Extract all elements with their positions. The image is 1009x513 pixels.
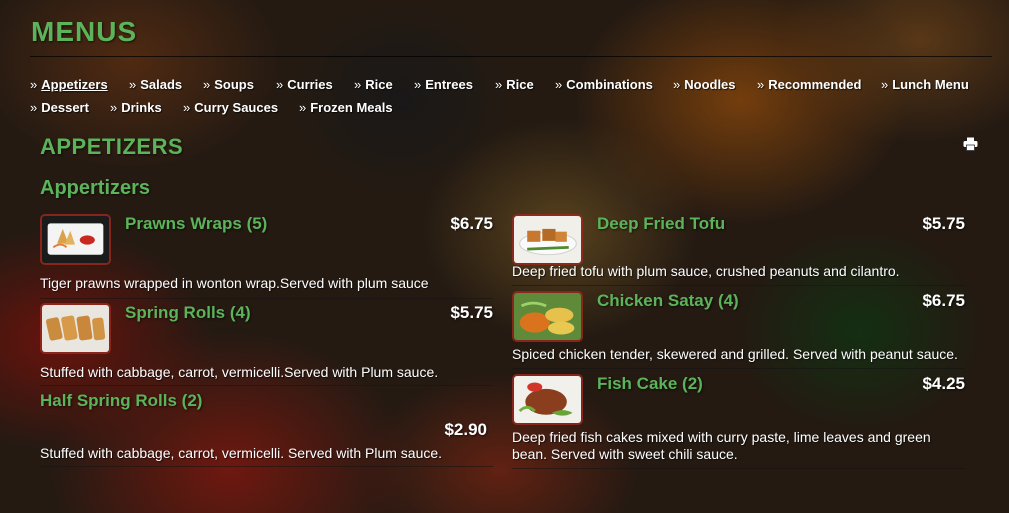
nav-item-drinks[interactable]: » Drinks [110, 100, 183, 115]
section-title: APPETIZERS [40, 134, 184, 159]
item-divider [512, 368, 965, 369]
nav-item-soups[interactable]: » Soups [203, 77, 276, 92]
page-title: MENUS [31, 16, 138, 47]
item-name[interactable]: Chicken Satay (4) [597, 291, 739, 311]
item-divider [512, 468, 965, 469]
item-description: Stuffed with cabbage, carrot, vermicelli… [40, 364, 439, 380]
item-name[interactable]: Prawns Wraps (5) [125, 214, 267, 234]
item-description: Deep fried tofu with plum sauce, crushed… [512, 263, 900, 279]
nav-item-recommended[interactable]: » Recommended [757, 77, 881, 92]
fried-tofu-photo[interactable] [512, 214, 583, 265]
nav-item-curries[interactable]: » Curries [276, 77, 354, 92]
item-divider [40, 466, 493, 467]
title-divider [30, 56, 992, 57]
print-icon[interactable] [963, 137, 978, 151]
nav-item-combinations[interactable]: » Combinations [555, 77, 673, 92]
item-price: $4.25 [922, 374, 965, 393]
nav-item-dessert[interactable]: » Dessert [30, 100, 110, 115]
item-name[interactable]: Deep Fried Tofu [597, 214, 725, 234]
nav-item-frozen-meals[interactable]: » Frozen Meals [299, 100, 393, 115]
chicken-satay-photo[interactable] [512, 291, 583, 342]
nav-item-entrees[interactable]: » Entrees [414, 77, 495, 92]
fish-cake-photo[interactable] [512, 374, 583, 425]
nav-item-noodles[interactable]: » Noodles [673, 77, 757, 92]
prawn-wraps-photo[interactable] [40, 214, 111, 265]
menu-item: Half Spring Rolls (2) $2.90 Stuffed with… [40, 391, 493, 469]
nav-row: » Dessert » Drinks » Curry Sauces » Frozen M… [30, 96, 990, 119]
item-description: Spiced chicken tender, skewered and gril… [512, 346, 958, 362]
item-name[interactable]: Spring Rolls (4) [125, 303, 251, 323]
item-divider [512, 285, 965, 286]
nav-item-salads[interactable]: » Salads [129, 77, 203, 92]
spring-rolls-photo[interactable] [40, 303, 111, 354]
item-description: Stuffed with cabbage, carrot, vermicelli… [40, 445, 443, 461]
nav-item-appetizers[interactable]: » Appetizers [30, 77, 129, 92]
menu-item: Deep Fried Tofu $5.75 Deep fried tofu wi… [512, 214, 965, 286]
nav-item-lunch-menu[interactable]: » Lunch Menu [881, 77, 969, 92]
nav-item-rice[interactable]: » Rice [354, 77, 414, 92]
menu-item: Fish Cake (2) $4.25 Deep fried fish cake… [512, 374, 965, 470]
menu-item: Spring Rolls (4) $5.75 Stuffed with cabb… [40, 303, 493, 386]
item-description: Deep fried fish cakes mixed with curry p… [512, 429, 931, 462]
item-price: $2.90 [444, 420, 487, 439]
item-price: $5.75 [922, 214, 965, 233]
menu-category-nav: » Appetizers » Salads » Soups » Curries » Ric… [30, 73, 990, 119]
nav-item-rice-2[interactable]: » Rice [495, 77, 555, 92]
page: MENUS » Appetizers » Salads » Soups » Currie… [0, 0, 1009, 513]
item-description: Tiger prawns wrapped in wonton wrap.Serv… [40, 275, 429, 291]
menu-item: Chicken Satay (4) $6.75 Spiced chicken t… [512, 291, 965, 369]
item-name[interactable]: Fish Cake (2) [597, 374, 703, 394]
item-divider [40, 385, 493, 386]
item-price: $6.75 [450, 214, 493, 233]
subsection-title: Appertizers [40, 177, 151, 199]
item-price: $6.75 [922, 291, 965, 310]
item-name[interactable]: Half Spring Rolls (2) [40, 391, 202, 411]
nav-row: » Appetizers » Salads » Soups » Curries » Ric… [30, 73, 990, 96]
item-price: $5.75 [450, 303, 493, 322]
item-divider [40, 298, 493, 299]
menu-item: Prawns Wraps (5) $6.75 Tiger prawns wrap… [40, 214, 493, 301]
nav-item-curry-sauces[interactable]: » Curry Sauces [183, 100, 299, 115]
